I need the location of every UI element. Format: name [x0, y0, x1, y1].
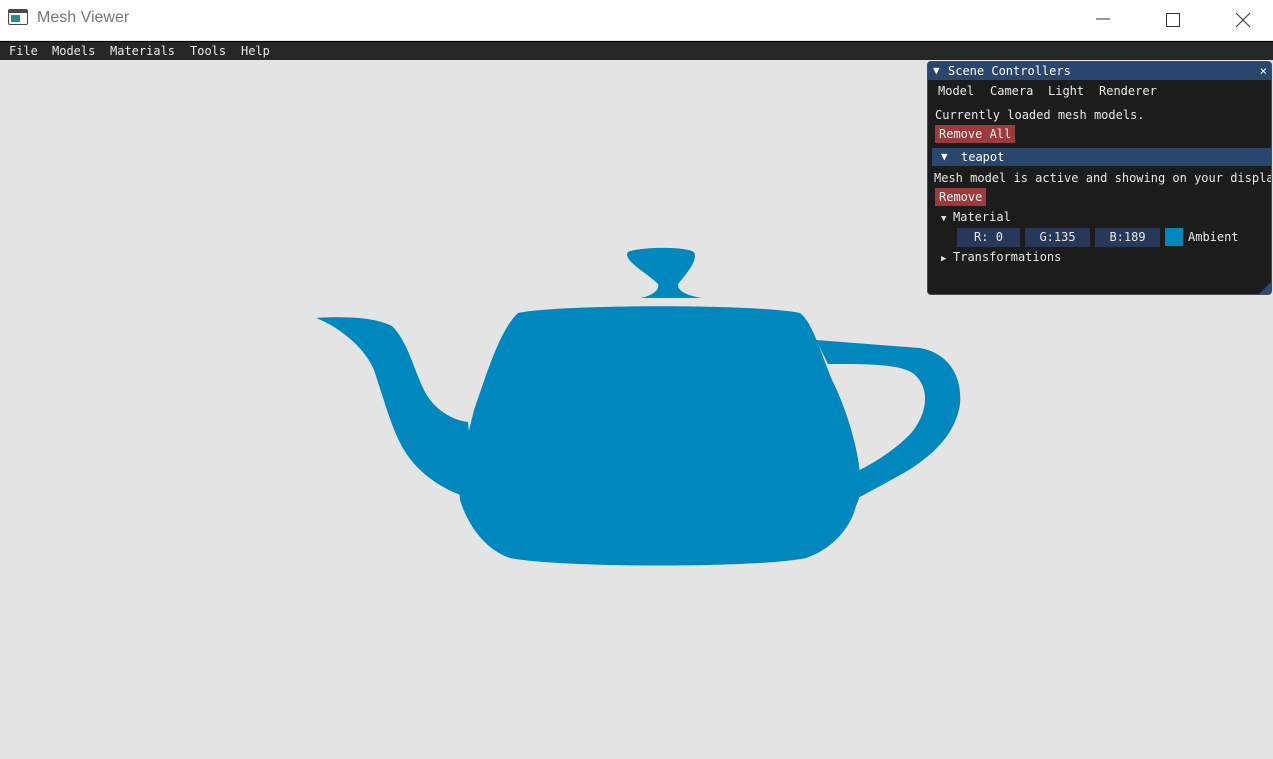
teapot-body	[459, 306, 861, 566]
window-title: Mesh Viewer	[37, 9, 130, 26]
menu-models[interactable]: Models	[52, 43, 95, 59]
close-icon	[1235, 12, 1251, 28]
triangle-down-icon: ▼	[941, 214, 947, 224]
ambient-color-swatch[interactable]	[1165, 228, 1183, 246]
tab-renderer[interactable]: Renderer	[1099, 83, 1157, 99]
collapse-arrow-icon[interactable]: ▼	[933, 64, 940, 77]
color-b-field[interactable]: B:189	[1095, 228, 1160, 247]
panel-title-bar[interactable]: ▼ Scene Controllers ×	[928, 62, 1271, 80]
teapot-lid-knob	[627, 247, 702, 298]
menu-tools[interactable]: Tools	[190, 43, 226, 59]
tab-camera[interactable]: Camera	[990, 83, 1033, 99]
panel-resize-grip[interactable]	[1259, 282, 1271, 294]
remove-model-button[interactable]: Remove	[935, 188, 987, 206]
model-status-text: Mesh model is active and showing on your…	[934, 171, 1272, 185]
maximize-button[interactable]	[1150, 0, 1196, 40]
transformations-node[interactable]: ▶ Transformations	[941, 249, 1061, 267]
panel-close-icon[interactable]: ×	[1260, 63, 1267, 79]
app-window-icon	[8, 9, 28, 25]
minimize-icon	[1096, 18, 1110, 20]
tab-model[interactable]: Model	[938, 83, 974, 99]
color-g-field[interactable]: G:135	[1025, 228, 1090, 247]
menu-bar: File Models Materials Tools Help	[0, 41, 1273, 60]
minimize-button[interactable]	[1080, 0, 1126, 40]
material-label: Material	[953, 210, 1011, 224]
expand-arrow-icon: ▼	[941, 150, 948, 163]
triangle-right-icon: ▶	[941, 254, 947, 264]
model-name: teapot	[961, 150, 1005, 164]
remove-all-button[interactable]: Remove All	[935, 125, 1016, 143]
transformations-label: Transformations	[953, 250, 1062, 264]
scene-controllers-panel: ▼ Scene Controllers × Model Camera Light…	[927, 61, 1272, 295]
ambient-label: Ambient	[1188, 230, 1239, 244]
panel-title: Scene Controllers	[948, 64, 1071, 78]
close-button[interactable]	[1220, 0, 1266, 40]
tab-light[interactable]: Light	[1048, 83, 1084, 99]
menu-help[interactable]: Help	[241, 43, 270, 59]
maximize-icon	[1166, 13, 1180, 27]
models-description: Currently loaded mesh models.	[935, 108, 1145, 122]
material-node[interactable]: ▼ Material	[941, 209, 1011, 227]
panel-tab-bar: Model Camera Light Renderer	[928, 81, 1271, 99]
menu-materials[interactable]: Materials	[110, 43, 175, 59]
menu-file[interactable]: File	[9, 43, 38, 59]
window-title-bar: Mesh Viewer	[0, 0, 1273, 40]
color-r-field[interactable]: R: 0	[957, 228, 1020, 247]
teapot-spout	[316, 317, 476, 500]
model-header-teapot[interactable]: ▼ teapot	[932, 148, 1271, 166]
